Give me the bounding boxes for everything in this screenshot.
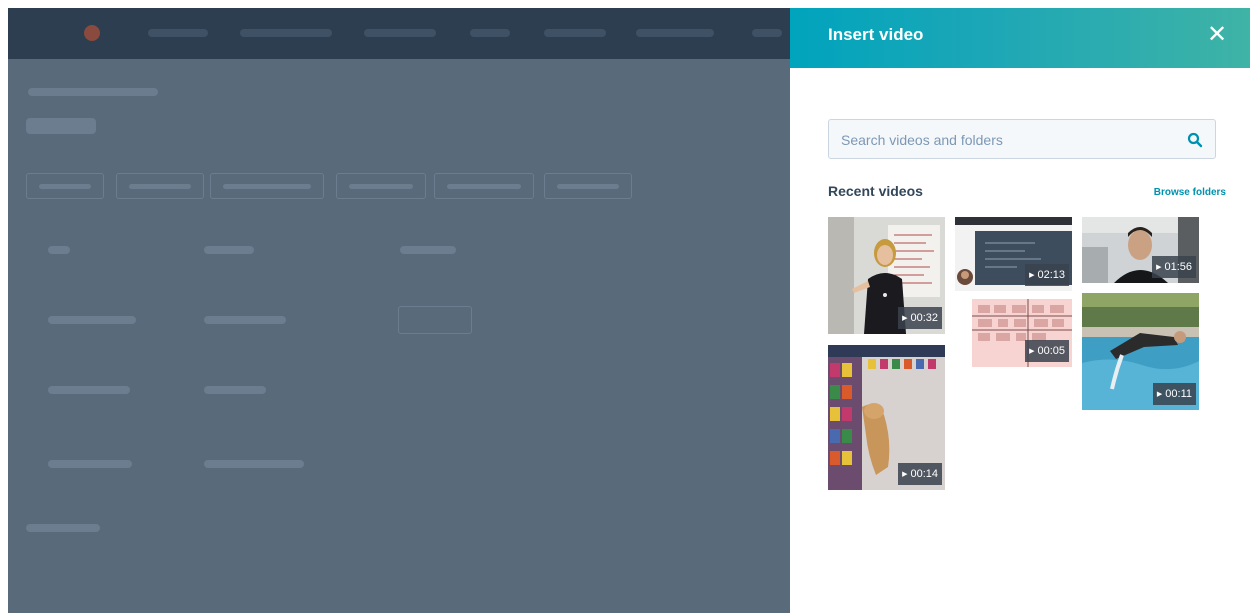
video-thumbnail[interactable]: ▶ 00:32 — [828, 217, 945, 334]
play-icon: ▶ — [1029, 348, 1035, 355]
video-duration: ▶ 02:13 — [1025, 264, 1069, 286]
logo — [84, 25, 100, 41]
nav-item — [364, 29, 436, 37]
play-icon: ▶ — [1156, 264, 1162, 271]
video-thumbnail[interactable]: ▶ 00:14 — [828, 345, 945, 490]
table-cell — [48, 386, 130, 394]
search-input[interactable] — [839, 120, 1173, 160]
nav-item — [636, 29, 714, 37]
browse-folders-link[interactable]: Browse folders — [1154, 187, 1226, 198]
video-duration: ▶ 00:32 — [898, 307, 942, 329]
video-duration: ▶ 00:05 — [1025, 340, 1069, 362]
nav-item — [240, 29, 332, 37]
breadcrumb — [28, 88, 158, 96]
toolbar-button — [434, 173, 534, 199]
video-duration: ▶ 00:11 — [1152, 383, 1196, 405]
panel-title: Insert video — [828, 25, 924, 44]
video-duration: ▶ 01:56 — [1152, 256, 1196, 278]
nav-item — [470, 29, 510, 37]
video-thumbnail[interactable]: ▶ 00:05 — [972, 299, 1072, 367]
nav-item — [544, 29, 606, 37]
table-cell — [204, 386, 266, 394]
top-navigation — [8, 8, 790, 59]
play-icon: ▶ — [902, 315, 908, 322]
toolbar-button — [26, 173, 104, 199]
nav-item — [752, 29, 782, 37]
close-icon[interactable]: ✕ — [1202, 20, 1232, 50]
background-app-overlay — [8, 8, 790, 613]
video-duration: ▶ 00:14 — [898, 463, 942, 485]
play-icon: ▶ — [1029, 272, 1035, 279]
play-icon: ▶ — [1156, 391, 1163, 398]
search-icon[interactable] — [1187, 132, 1203, 148]
play-icon: ▶ — [902, 471, 908, 478]
table-cell — [48, 246, 70, 254]
table-cell — [48, 460, 132, 468]
table-cell — [400, 246, 456, 254]
footer-link — [26, 524, 100, 532]
toolbar-button — [336, 173, 426, 199]
nav-item — [148, 29, 208, 37]
video-thumbnail[interactable]: ▶ 00:11 — [1082, 293, 1199, 410]
toolbar-button — [544, 173, 632, 199]
video-thumbnail[interactable]: ▶ 02:13 — [955, 217, 1072, 291]
table-cell — [48, 316, 136, 324]
page-title — [26, 118, 96, 134]
toolbar-button — [116, 173, 204, 199]
table-cell — [204, 316, 286, 324]
table-cell — [204, 246, 254, 254]
recent-videos-heading: Recent videos — [828, 183, 923, 199]
toolbar-button — [210, 173, 324, 199]
search-box — [828, 119, 1216, 160]
table-tag — [398, 306, 472, 334]
table-cell — [204, 460, 304, 468]
video-thumbnail[interactable]: ▶ 01:56 — [1082, 217, 1199, 283]
insert-video-panel: Insert video ✕ Recent videos Browse fold… — [790, 8, 1250, 613]
panel-header: Insert video ✕ — [790, 8, 1250, 68]
